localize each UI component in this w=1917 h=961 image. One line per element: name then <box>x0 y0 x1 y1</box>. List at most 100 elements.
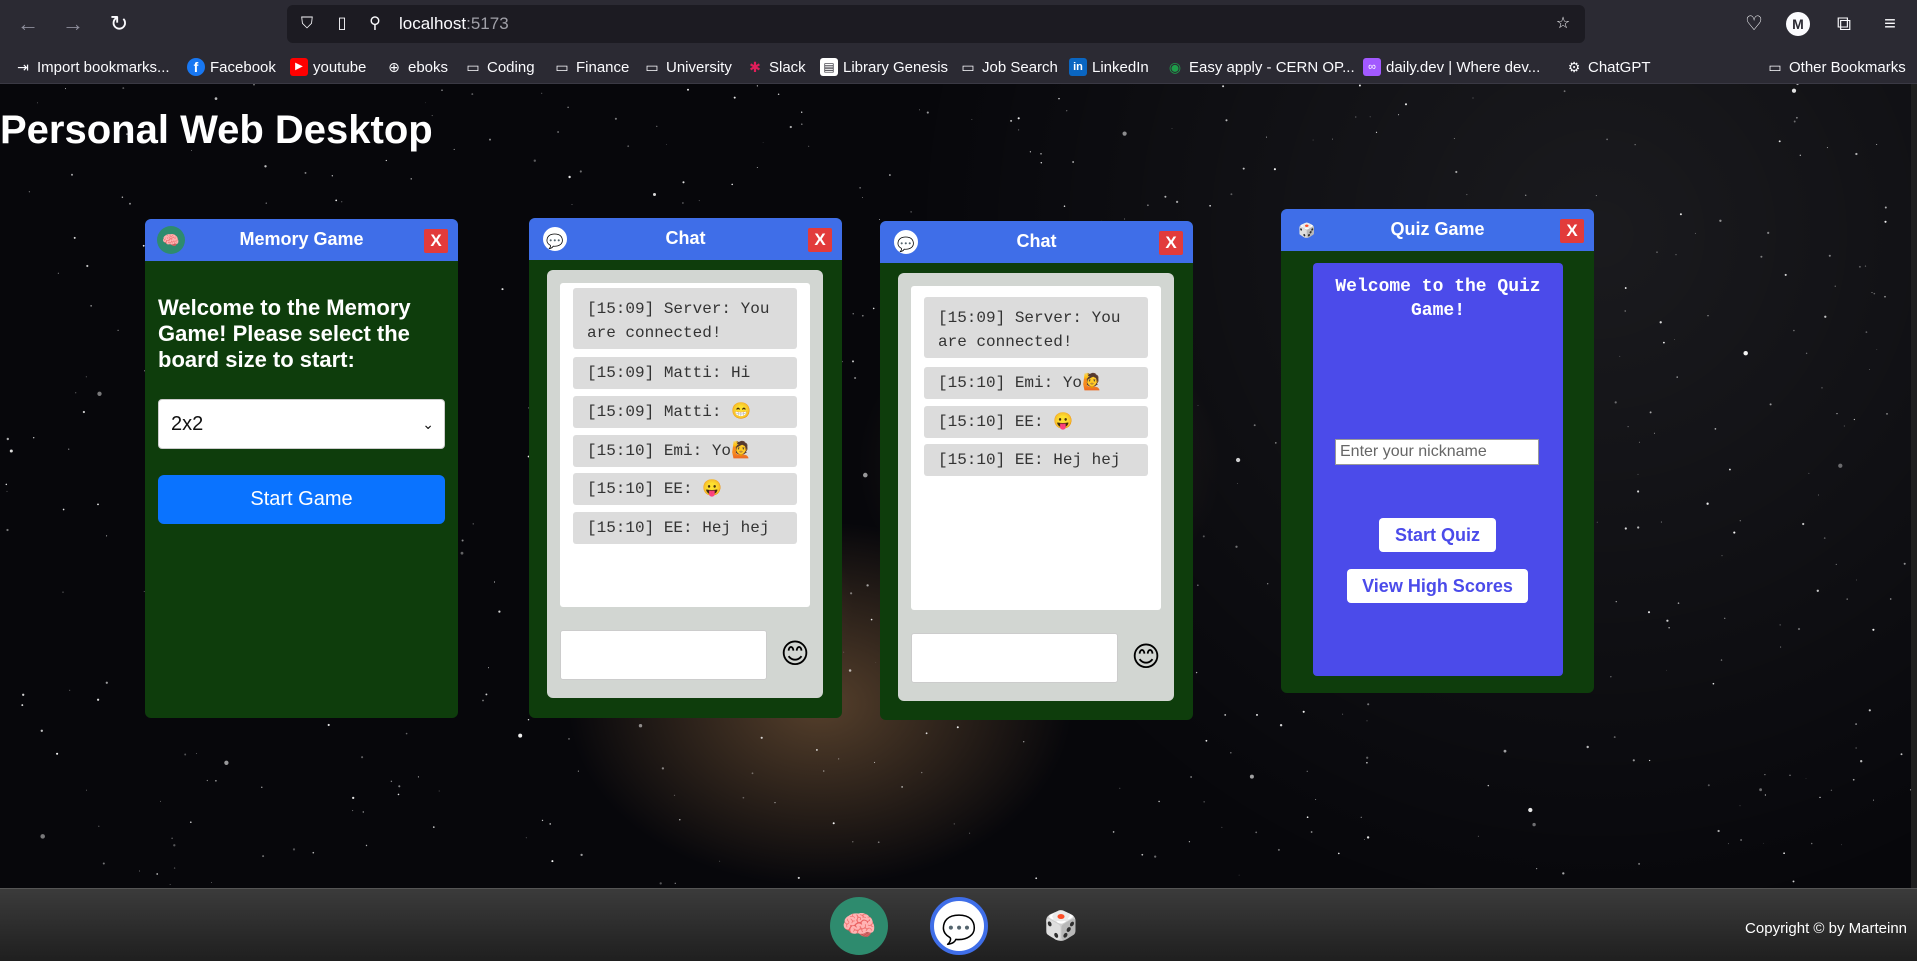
star <box>687 88 689 91</box>
bookmark-university[interactable]: ▭ University <box>643 57 731 77</box>
star <box>1010 119 1013 122</box>
star <box>1195 671 1198 674</box>
star <box>760 736 763 739</box>
star <box>438 790 440 792</box>
star <box>866 584 869 587</box>
bookmark-import[interactable]: ⇥ Import bookmarks... <box>14 57 169 77</box>
star <box>224 760 229 765</box>
bookmark-facebook[interactable]: f Facebook <box>187 57 276 77</box>
star <box>1720 659 1723 661</box>
star <box>1632 759 1635 762</box>
star <box>1855 723 1858 726</box>
star <box>1824 315 1827 318</box>
chat-message: [15:09] Server: You are connected! <box>573 288 797 349</box>
bookmark-star-icon[interactable]: ☆ <box>1553 14 1573 34</box>
star <box>1197 404 1199 406</box>
star <box>1719 219 1722 222</box>
star <box>215 779 217 782</box>
start-game-button[interactable]: Start Game <box>158 475 445 524</box>
window-header[interactable]: 🧠 Memory Game X <box>145 219 458 261</box>
close-button[interactable]: X <box>424 229 448 253</box>
back-arrow-icon[interactable]: ← <box>14 10 42 38</box>
menu-icon[interactable]: ≡ <box>1876 10 1904 38</box>
chat-launcher[interactable]: 💬 <box>930 897 988 955</box>
close-button[interactable]: X <box>808 228 832 252</box>
star <box>1884 220 1887 223</box>
star <box>551 860 554 863</box>
site-permissions-icon[interactable]: ⚲ <box>365 14 385 34</box>
window-header[interactable]: 💬 Chat X <box>880 221 1193 263</box>
star <box>9 449 13 453</box>
star <box>1119 787 1121 789</box>
star <box>1855 152 1858 156</box>
bookmark-youtube[interactable]: ▶ youtube <box>290 57 366 77</box>
emoji-picker-button[interactable]: 😊 <box>1128 639 1164 675</box>
star <box>493 581 496 583</box>
star <box>1202 535 1205 538</box>
shield-icon[interactable]: ⛉ <box>297 14 317 34</box>
star <box>919 109 920 111</box>
bookmark-cern[interactable]: ◉ Easy apply - CERN OP... <box>1166 57 1355 77</box>
bookmark-linkedin[interactable]: in LinkedIn <box>1069 57 1149 77</box>
extensions-icon[interactable]: ⧉ <box>1830 10 1858 38</box>
url-text[interactable]: localhost:5173 <box>399 14 509 34</box>
bookmark-daily-dev[interactable]: ∞ daily.dev | Where dev... <box>1363 57 1540 77</box>
star <box>73 236 76 239</box>
star <box>1332 138 1334 140</box>
star <box>5 483 8 486</box>
star <box>390 780 393 783</box>
star <box>1404 103 1408 106</box>
bookmark-eboks[interactable]: ⊕ eboks <box>385 57 448 77</box>
bookmark-slack[interactable]: ✱ Slack <box>746 57 806 77</box>
bookmark-job-search[interactable]: ▭ Job Search <box>959 57 1058 77</box>
star <box>365 844 368 847</box>
bookmark-library-genesis[interactable]: ▤ Library Genesis <box>820 57 948 77</box>
memory-game-launcher[interactable]: 🧠 <box>830 897 888 955</box>
star <box>1366 720 1368 722</box>
bookmark-chatgpt[interactable]: ⚙ ChatGPT <box>1565 57 1651 77</box>
chat-message-input[interactable] <box>911 633 1118 683</box>
window-header[interactable]: 💬 Chat X <box>529 218 842 260</box>
quiz-launcher[interactable]: 🎲 <box>1032 897 1090 955</box>
star <box>425 102 426 104</box>
close-button[interactable]: X <box>1560 219 1584 243</box>
star <box>1029 151 1031 153</box>
star <box>1637 473 1639 475</box>
star <box>870 618 873 621</box>
star <box>1856 579 1857 581</box>
copyright-text: Copyright © by Marteinn <box>1745 920 1907 937</box>
nickname-input[interactable]: Enter your nickname <box>1335 439 1539 465</box>
bookmark-coding[interactable]: ▭ Coding <box>464 57 534 77</box>
star <box>1778 140 1781 143</box>
star <box>1841 844 1843 846</box>
star <box>1819 796 1821 799</box>
star <box>1147 204 1149 207</box>
linkedin-icon: in <box>1069 58 1087 76</box>
star <box>1209 205 1211 207</box>
page-icon[interactable]: ▯ <box>332 14 352 34</box>
emoji-picker-button[interactable]: 😊 <box>777 636 813 672</box>
pocket-icon[interactable]: ♡ <box>1740 10 1768 38</box>
start-quiz-button[interactable]: Start Quiz <box>1379 518 1496 552</box>
chat-message-input[interactable] <box>560 630 767 680</box>
page-scrollbar[interactable] <box>1911 84 1917 888</box>
star <box>482 699 484 702</box>
window-header[interactable]: 🎲 Quiz Game X <box>1281 209 1594 251</box>
reload-icon[interactable]: ↻ <box>105 10 133 38</box>
board-size-select[interactable]: 2x2 ⌄ <box>158 399 445 449</box>
star <box>1668 627 1670 629</box>
star <box>405 732 408 735</box>
star <box>292 848 296 851</box>
url-bar[interactable]: ⛉ ▯ ⚲ localhost:5173 ☆ <box>287 5 1585 43</box>
globe-icon: ⊕ <box>388 59 400 75</box>
account-avatar[interactable]: M <box>1786 12 1810 36</box>
view-high-scores-button[interactable]: View High Scores <box>1347 569 1528 603</box>
star <box>453 148 455 150</box>
star <box>1865 331 1868 333</box>
close-button[interactable]: X <box>1159 231 1183 255</box>
bookmark-finance[interactable]: ▭ Finance <box>553 57 629 77</box>
bookmark-other[interactable]: ▭ Other Bookmarks <box>1766 57 1905 77</box>
star <box>1337 852 1340 855</box>
forward-arrow-icon[interactable]: → <box>59 10 87 38</box>
star <box>1237 483 1238 485</box>
